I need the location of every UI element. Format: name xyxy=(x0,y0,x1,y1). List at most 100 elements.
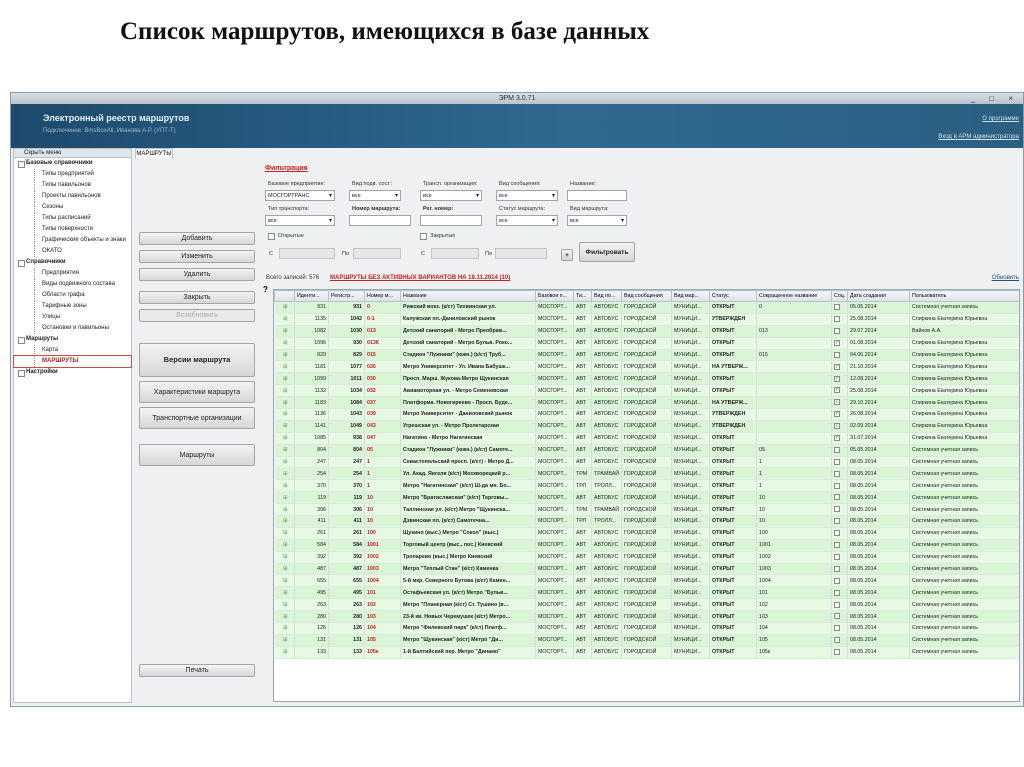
edit-button[interactable]: Изменить xyxy=(139,250,255,263)
nav-item[interactable]: Сезоны xyxy=(14,202,131,213)
table-row[interactable]: ⊞ 931 931 0 Рижский вокз. (к/ст) Тихвинская … xyxy=(274,301,1019,314)
nav-item[interactable]: Графические объекты и знаки xyxy=(14,235,131,246)
column-header[interactable]: Вид сообщения xyxy=(621,290,672,302)
nav-item[interactable]: Проекты павильонов xyxy=(14,191,131,202)
table-row[interactable]: ⊞ 392 392 1002 Тропарево (выс.) Метро Киевск… xyxy=(274,551,1019,564)
expand-icon[interactable]: ⊞ xyxy=(274,384,295,398)
routes-button[interactable]: Маршруты xyxy=(139,444,255,466)
table-row[interactable]: ⊞ 126 126 104 Метро "Филевский парк" (к/ст) … xyxy=(274,622,1019,635)
nav-group[interactable]: Справочники xyxy=(14,257,131,268)
nav-item[interactable]: МАРШРУТЫ xyxy=(13,355,132,368)
checkbox-mark[interactable] xyxy=(834,613,840,620)
transport-org-select[interactable]: все xyxy=(420,190,482,201)
admin-login-link[interactable]: Вход в АРМ администратора xyxy=(938,134,1019,140)
column-header[interactable]: Регистр... xyxy=(328,290,365,302)
expand-icon[interactable]: ⊞ xyxy=(274,598,295,612)
column-header[interactable]: Название xyxy=(400,290,536,302)
expand-icon[interactable]: ⊞ xyxy=(274,360,295,374)
table-row[interactable]: ⊞ 1099 1011 030 Просп. Марш. Жукова-Метро Щу… xyxy=(274,372,1019,386)
nav-item[interactable]: Типы поверхности xyxy=(14,224,131,235)
base-enterprise-select[interactable]: МОСГОРТРАНС xyxy=(265,190,335,201)
checkbox-mark[interactable] xyxy=(834,328,840,335)
checkbox-mark[interactable]: ✓ xyxy=(834,339,840,346)
table-row[interactable]: ⊞ 411 411 10 Дзвинская пл. (к/ст) Самотечна.… xyxy=(274,515,1019,528)
column-header[interactable] xyxy=(274,290,295,302)
table-row[interactable]: ⊞ 1181 1077 026 Метро Университет - Ул. Иван… xyxy=(274,360,1019,374)
msg-type-select[interactable]: все xyxy=(496,190,558,201)
expand-icon[interactable]: ⊞ xyxy=(274,408,295,421)
table-row[interactable]: ⊞ 133 133 105к 1-й Балтийский пер. Метро "Ди… xyxy=(274,646,1019,659)
checkbox-mark[interactable]: ✓ xyxy=(834,363,840,370)
expand-icon[interactable]: ⊞ xyxy=(274,325,295,338)
expand-icon[interactable]: ⊞ xyxy=(274,479,295,493)
expand-icon[interactable]: ⊞ xyxy=(274,551,295,564)
apply-filter-button[interactable]: Фильтровать xyxy=(579,242,635,262)
checkbox-mark[interactable] xyxy=(834,446,840,453)
reopen-button[interactable]: Возобновить xyxy=(139,309,255,322)
carriers-button[interactable]: Транспортные организации xyxy=(139,407,255,429)
expand-icon[interactable]: ⊞ xyxy=(274,432,295,445)
opened-from-date[interactable] xyxy=(279,248,335,259)
nav-item[interactable]: Области графа xyxy=(14,290,131,301)
expand-icon[interactable]: ⊞ xyxy=(274,610,295,624)
inactive-routes-link[interactable]: МАРШРУТЫ БЕЗ АКТИВНЫХ ВАРИАНТОВ НА 18.11… xyxy=(330,275,510,281)
transport-type-select[interactable]: все xyxy=(265,215,335,226)
route-number-input[interactable] xyxy=(349,215,411,226)
checkbox-mark[interactable] xyxy=(834,601,840,608)
expand-icon[interactable]: ⊞ xyxy=(274,456,295,469)
expand-icon[interactable]: ⊞ xyxy=(274,503,295,517)
column-header[interactable]: Номер м... xyxy=(364,290,401,302)
nav-item[interactable]: Остановки и павильоны xyxy=(14,323,131,334)
nav-item[interactable]: Карта xyxy=(14,345,131,356)
expand-icon[interactable]: ⊞ xyxy=(274,301,295,314)
print-button[interactable]: Печать xyxy=(139,664,255,677)
checkbox-mark[interactable] xyxy=(834,304,840,311)
refresh-link[interactable]: Обновить xyxy=(992,275,1019,281)
column-header[interactable]: Вид мар... xyxy=(671,290,710,302)
checkbox-mark[interactable] xyxy=(834,470,840,477)
route-kind-select[interactable]: все xyxy=(567,215,627,226)
checkbox-mark[interactable] xyxy=(834,565,840,572)
checkbox-mark[interactable] xyxy=(834,577,840,584)
table-row[interactable]: ⊞ 306 306 10 Таллинская ул. (к/ст) Метро "Щу… xyxy=(274,503,1019,517)
checkbox-mark[interactable] xyxy=(834,482,840,489)
table-row[interactable]: ⊞ 1096 930 013К Детский санаторий - Метро Бу… xyxy=(274,337,1019,350)
checkbox-mark[interactable] xyxy=(834,316,840,323)
checkbox-mark[interactable]: ✓ xyxy=(834,435,840,442)
expand-icon[interactable]: ⊞ xyxy=(274,515,295,528)
column-header[interactable]: Сокращенное название xyxy=(756,290,832,302)
table-row[interactable]: ⊞ 131 131 105 Метро "Щукинская" (к/ст) Метро… xyxy=(274,634,1019,647)
checkbox-mark[interactable] xyxy=(834,649,840,656)
add-button[interactable]: Добавить xyxy=(139,232,255,245)
expand-icon[interactable]: ⊞ xyxy=(274,574,295,588)
expand-icon[interactable]: ⊞ xyxy=(274,349,295,362)
tab-routes[interactable]: МАРШРУТЫ xyxy=(135,148,173,159)
delete-button[interactable]: Удалить xyxy=(139,268,255,281)
checkbox-mark[interactable] xyxy=(834,637,840,644)
column-header[interactable]: Ти... xyxy=(573,290,592,302)
table-row[interactable]: ⊞ 495 495 101 Остафьевская ул. (к/ст) Метро … xyxy=(274,586,1019,600)
table-row[interactable]: ⊞ 370 370 1 Метро "Нагатинская" (к/ст) Ш-да … xyxy=(274,479,1019,493)
checkbox-mark[interactable] xyxy=(834,589,840,596)
checkbox-mark[interactable] xyxy=(834,625,840,632)
expand-icon[interactable]: ⊞ xyxy=(274,372,295,386)
nav-group[interactable]: Маршруты xyxy=(14,334,131,345)
checkbox-mark[interactable] xyxy=(834,506,840,513)
nav-item[interactable]: Виды подвижного состава xyxy=(14,279,131,290)
expand-icon[interactable]: ⊞ xyxy=(274,491,295,505)
table-row[interactable]: ⊞ 1085 938 047 Нагатино - Метро Нагатинская М… xyxy=(274,432,1019,445)
table-row[interactable]: ⊞ 829 829 015 Стадион "Лужники" (южн.) (к/ст… xyxy=(274,349,1019,362)
table-row[interactable]: ⊞ 1082 1030 013 Детский санаторий - Метро Пр… xyxy=(274,325,1019,338)
expand-icon[interactable]: ⊞ xyxy=(274,467,295,481)
nav-item[interactable]: Тарифные зоны xyxy=(14,301,131,312)
route-versions-button[interactable]: Версии маршрута xyxy=(139,343,255,377)
checkbox-mark[interactable] xyxy=(834,494,840,501)
nav-item[interactable]: Типы павильонов xyxy=(14,180,131,191)
table-row[interactable]: ⊞ 1183 1084 037 Платформа. Новогиреево - Про… xyxy=(274,396,1019,410)
route-characteristics-button[interactable]: Характеристики маршрута xyxy=(139,381,255,403)
nav-item[interactable]: ОКАТО xyxy=(14,246,131,257)
expand-icon[interactable]: ⊞ xyxy=(274,420,295,433)
expand-icon[interactable]: ⊞ xyxy=(274,539,295,552)
expand-icon[interactable]: ⊞ xyxy=(274,396,295,410)
table-row[interactable]: ⊞ 247 247 1 Севастопольский просп. (к/ст) - … xyxy=(274,456,1019,469)
